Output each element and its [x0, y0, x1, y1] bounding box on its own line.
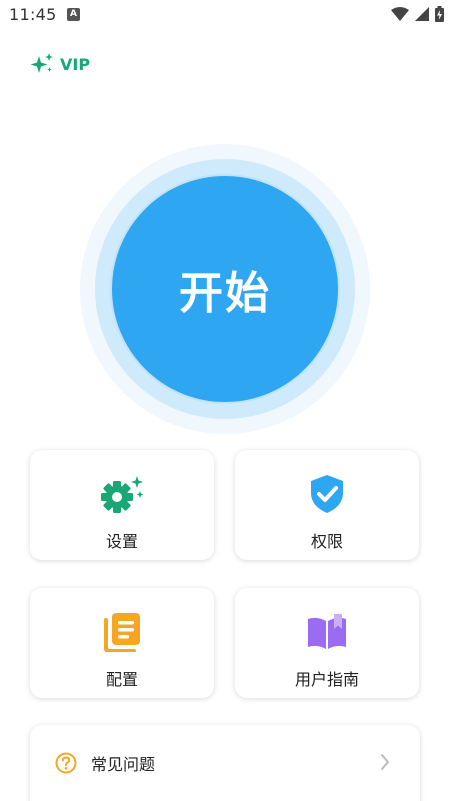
guide-card[interactable]: 用户指南	[235, 588, 419, 698]
start-label: 开始	[179, 268, 271, 319]
vip-label: VIP	[60, 54, 91, 74]
chevron-right-icon	[381, 754, 389, 770]
sparkles-icon	[30, 53, 53, 73]
battery-icon	[435, 6, 444, 22]
permissions-card[interactable]: 权限	[235, 450, 419, 560]
faq-row[interactable]: 常见问题	[30, 725, 420, 801]
status-icons	[391, 6, 444, 22]
question-circle-icon	[55, 752, 77, 774]
document-stack-icon	[104, 613, 140, 652]
settings-card[interactable]: 设置	[30, 450, 214, 560]
start-button[interactable]: 开始	[110, 174, 340, 404]
faq-label: 常见问题	[91, 755, 156, 774]
config-label: 配置	[105, 670, 138, 689]
open-book-icon	[308, 614, 346, 649]
notification-icon: A	[67, 8, 80, 21]
settings-label: 设置	[105, 532, 138, 551]
shield-check-icon	[311, 475, 343, 513]
gear-sparkle-icon	[101, 476, 144, 513]
vip-button[interactable]: VIP	[30, 53, 90, 75]
config-card[interactable]: 配置	[30, 588, 214, 698]
guide-label: 用户指南	[294, 670, 359, 689]
status-bar: 11:45 A	[0, 0, 450, 32]
faq-card: 常见问题	[30, 725, 420, 801]
signal-icon	[415, 7, 429, 21]
status-time: 11:45	[9, 5, 57, 24]
permissions-label: 权限	[310, 532, 343, 551]
wifi-icon	[391, 7, 409, 21]
